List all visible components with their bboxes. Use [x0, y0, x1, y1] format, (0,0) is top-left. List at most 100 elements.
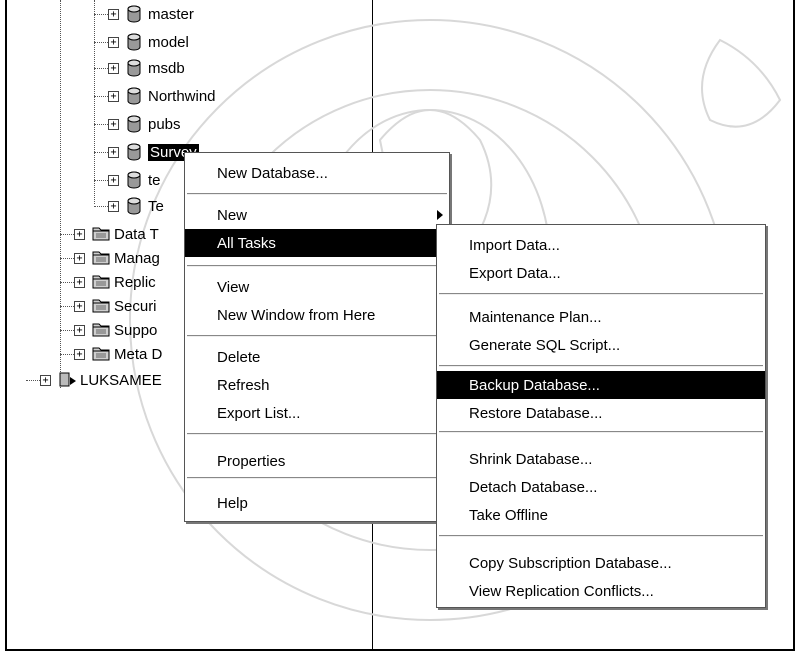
tree-item-database[interactable]: + Te	[108, 194, 164, 218]
submenu-item-shrink-database[interactable]: Shrink Database...	[437, 445, 765, 473]
folder-icon	[92, 273, 110, 291]
submenu-item-backup-database[interactable]: Backup Database...	[437, 371, 765, 399]
folder-icon	[92, 225, 110, 243]
tree-item-folder[interactable]: + Data T	[74, 222, 159, 246]
expand-toggle-icon[interactable]: +	[108, 62, 119, 74]
tree-item-database[interactable]: + model	[108, 30, 189, 54]
menu-separator	[187, 335, 447, 337]
folder-icon	[92, 249, 110, 267]
database-icon	[126, 171, 142, 189]
tree-connector	[94, 206, 108, 207]
tree-item-label: te	[148, 171, 161, 189]
tree-item-folder[interactable]: + Securi	[74, 294, 157, 318]
context-menu-item-delete[interactable]: Delete	[185, 343, 449, 371]
context-menu-item-export-list[interactable]: Export List...	[185, 399, 449, 427]
tree-item-database[interactable]: + te	[108, 168, 161, 192]
expand-toggle-icon[interactable]: +	[40, 374, 51, 386]
expand-toggle-icon[interactable]: +	[74, 276, 85, 288]
expand-toggle-icon[interactable]: +	[108, 200, 119, 212]
tree-item-label: model	[148, 33, 189, 51]
server-icon	[58, 371, 76, 389]
tree-item-folder[interactable]: + Suppo	[74, 318, 157, 342]
expand-toggle-icon[interactable]: +	[74, 348, 85, 360]
menu-item-label: New	[217, 206, 248, 224]
tree-item-folder[interactable]: + Replic	[74, 270, 156, 294]
menu-item-label: New Database...	[217, 164, 328, 182]
context-menu-item-new-database[interactable]: New Database...	[185, 159, 449, 187]
menu-item-label: Backup Database...	[469, 376, 600, 394]
submenu-item-export-data[interactable]: Export Data...	[437, 259, 765, 287]
context-menu-item-properties[interactable]: Properties	[185, 447, 449, 475]
context-menu-item-new-window-from-here[interactable]: New Window from Here	[185, 301, 449, 329]
tree-item-database[interactable]: + msdb	[108, 56, 185, 80]
tree-item-label: pubs	[148, 115, 181, 133]
expand-toggle-icon[interactable]: +	[74, 300, 85, 312]
tree-item-folder[interactable]: + Manag	[74, 246, 160, 270]
submenu-item-maintenance-plan[interactable]: Maintenance Plan...	[437, 303, 765, 331]
menu-item-label: Export Data...	[469, 264, 561, 282]
folder-icon	[92, 297, 110, 315]
context-menu-item-refresh[interactable]: Refresh	[185, 371, 449, 399]
tree-item-folder[interactable]: + Meta D	[74, 342, 162, 366]
tree-item-label: Northwind	[148, 87, 216, 105]
tree-connector	[60, 282, 74, 283]
menu-item-label: Maintenance Plan...	[469, 308, 602, 326]
expand-toggle-icon[interactable]: +	[108, 174, 119, 186]
expand-toggle-icon[interactable]: +	[74, 228, 85, 240]
tree-item-server[interactable]: + LUKSAMEE	[40, 368, 162, 392]
submenu-item-take-offline[interactable]: Take Offline	[437, 501, 765, 529]
tree-item-label: Meta D	[114, 345, 163, 363]
expand-toggle-icon[interactable]: +	[108, 118, 119, 130]
submenu-item-view-replication-conflicts[interactable]: View Replication Conflicts...	[437, 577, 765, 605]
menu-separator	[187, 433, 447, 435]
tree-connector	[94, 152, 108, 153]
context-menu-item-view[interactable]: View	[185, 273, 449, 301]
expand-toggle-icon[interactable]: +	[108, 146, 119, 158]
menu-separator	[187, 265, 447, 267]
tree-item-database[interactable]: + Northwind	[108, 84, 216, 108]
expand-toggle-icon[interactable]: +	[74, 324, 85, 336]
submenu-arrow-icon	[437, 210, 443, 220]
tree-connector	[60, 354, 74, 355]
tree-connector	[94, 68, 108, 69]
context-menu-item-help[interactable]: Help	[185, 489, 449, 517]
tree-item-label: Te	[148, 197, 164, 215]
menu-item-label: Detach Database...	[469, 478, 598, 496]
menu-item-label: Generate SQL Script...	[469, 336, 621, 354]
tree-connector	[94, 124, 108, 125]
submenu-item-generate-sql-script[interactable]: Generate SQL Script...	[437, 331, 765, 359]
tree-connector	[94, 14, 108, 15]
expand-toggle-icon[interactable]: +	[108, 90, 119, 102]
database-icon	[126, 87, 142, 105]
menu-separator	[439, 293, 763, 295]
tree-item-label: LUKSAMEE	[80, 371, 162, 389]
tree-item-label: master	[148, 5, 194, 23]
menu-item-label: Take Offline	[469, 506, 548, 524]
expand-toggle-icon[interactable]: +	[108, 36, 119, 48]
folder-icon	[92, 321, 110, 339]
menu-separator	[439, 535, 763, 537]
database-icon	[126, 197, 142, 215]
expand-toggle-icon[interactable]: +	[108, 8, 119, 20]
menu-item-label: Refresh	[217, 376, 270, 394]
tree-item-label: Manag	[114, 249, 160, 267]
menu-item-label: Help	[217, 494, 248, 512]
submenu-item-restore-database[interactable]: Restore Database...	[437, 399, 765, 427]
menu-separator	[187, 193, 447, 195]
menu-separator	[439, 365, 763, 367]
submenu-item-detach-database[interactable]: Detach Database...	[437, 473, 765, 501]
tree-connector	[94, 96, 108, 97]
submenu-item-copy-subscription-database[interactable]: Copy Subscription Database...	[437, 549, 765, 577]
database-icon	[126, 115, 142, 133]
tree-item-database[interactable]: + master	[108, 2, 194, 26]
context-menu-item-new[interactable]: New	[185, 201, 449, 229]
expand-toggle-icon[interactable]: +	[74, 252, 85, 264]
database-icon	[126, 5, 142, 23]
menu-item-label: Import Data...	[469, 236, 560, 254]
submenu-item-import-data[interactable]: Import Data...	[437, 231, 765, 259]
tree-item-database[interactable]: + pubs	[108, 112, 181, 136]
context-menu-item-all-tasks[interactable]: All Tasks	[185, 229, 449, 257]
tree-connector	[26, 380, 40, 381]
tree-item-label: Data T	[114, 225, 159, 243]
menu-item-label: New Window from Here	[217, 306, 376, 324]
